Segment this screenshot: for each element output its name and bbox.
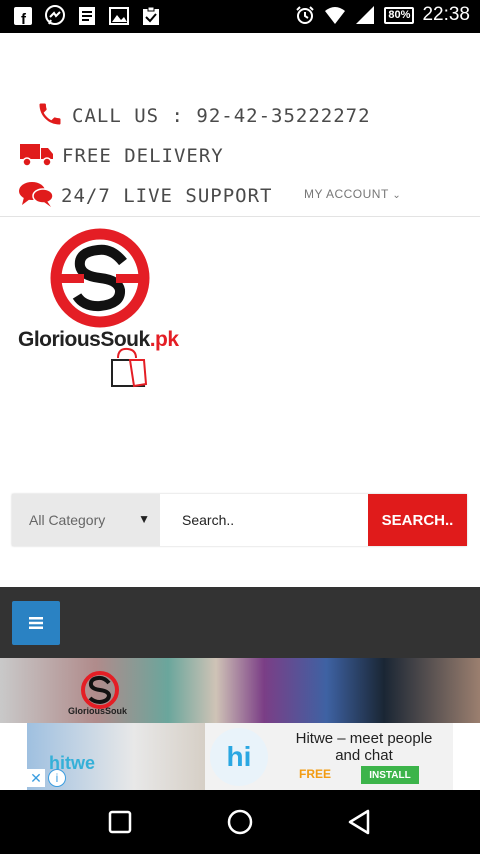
close-icon[interactable]: ✕	[27, 769, 45, 787]
triangle-back-icon	[348, 809, 370, 835]
live-support-row: 24/7 LIVE SUPPORT	[19, 180, 272, 212]
recents-button[interactable]	[106, 808, 134, 836]
system-tray: 80% 22:38	[294, 4, 470, 26]
truck-icon	[20, 141, 54, 171]
my-account-menu[interactable]: MY ACCOUNT ⌄	[304, 187, 401, 201]
free-delivery-text: FREE DELIVERY	[62, 145, 224, 167]
notification-icons: f	[12, 5, 162, 27]
chevron-down-icon: ⌄	[392, 190, 402, 201]
wifi-icon	[324, 4, 346, 26]
search-button[interactable]: SEARCH..	[368, 494, 467, 546]
category-selected-label: All Category	[29, 512, 106, 528]
image-icon	[108, 5, 130, 27]
battery-icon: 80%	[384, 6, 415, 24]
ad-app-icon: hi	[210, 728, 268, 786]
free-delivery-row: FREE DELIVERY	[20, 141, 224, 171]
search-input[interactable]	[160, 494, 368, 546]
phone-icon	[36, 100, 64, 132]
header-info: CALL US : 92-42-35222272 FREE DELIVERY 2…	[0, 33, 480, 217]
back-button[interactable]	[346, 808, 374, 836]
signal-icon	[354, 4, 376, 26]
caret-down-icon: ▼	[138, 512, 150, 526]
hamburger-icon	[29, 617, 43, 629]
promo-banner[interactable]: GloriousSouk	[0, 658, 480, 723]
home-button[interactable]	[226, 808, 254, 836]
info-icon[interactable]: i	[48, 769, 66, 787]
menu-button[interactable]	[12, 601, 60, 645]
live-support-text: 24/7 LIVE SUPPORT	[61, 185, 273, 207]
alarm-icon	[294, 4, 316, 26]
category-select[interactable]: All Category ▼	[12, 494, 160, 546]
ad-price: FREE	[299, 767, 332, 781]
my-account-label: MY ACCOUNT	[304, 187, 389, 201]
messenger-icon	[44, 5, 66, 27]
document-icon	[76, 5, 98, 27]
logo-area: GloriousSouk.pk	[0, 218, 480, 488]
clock: 22:38	[422, 4, 470, 25]
banner-logo-text: GloriousSouk	[68, 706, 128, 716]
shopping-bag-icon	[111, 347, 148, 388]
chat-bubbles-icon	[19, 180, 54, 212]
main-nav-bar	[0, 587, 480, 658]
ad-install-button[interactable]: INSTALL	[361, 766, 419, 784]
ad-title: Hitwe – meet people and chat	[295, 730, 433, 764]
call-us-row[interactable]: CALL US : 92-42-35222272	[36, 100, 371, 132]
system-nav-bar	[0, 790, 480, 854]
search-bar: All Category ▼ SEARCH..	[12, 494, 467, 546]
call-us-text: CALL US : 92-42-35222272	[72, 105, 371, 127]
ad-banner[interactable]: hitwe hi Hitwe – meet people and chat FR…	[27, 723, 453, 790]
status-bar: f 80% 22:38	[0, 0, 480, 33]
clipboard-check-icon	[140, 5, 162, 27]
square-icon	[108, 810, 132, 834]
logo-mark-icon[interactable]	[50, 228, 150, 328]
logo-text[interactable]: GloriousSouk.pk	[18, 328, 179, 352]
circle-icon	[227, 809, 253, 835]
facebook-icon: f	[12, 5, 34, 27]
